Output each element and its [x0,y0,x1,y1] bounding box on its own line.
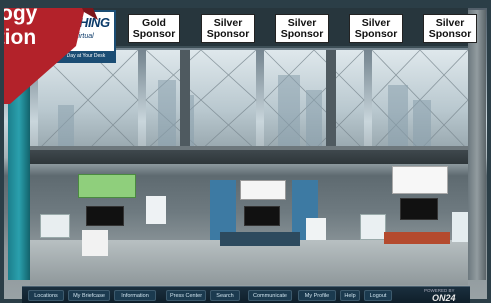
nav-press-center[interactable]: Press Center [166,290,206,301]
bottom-nav: Locations My Briefcase Information Press… [22,286,470,303]
nav-communicate[interactable]: Communicate [248,290,292,301]
powered-brand: ON24 [432,293,456,303]
nav-my-briefcase[interactable]: My Briefcase [68,290,110,301]
nav-my-profile[interactable]: My Profile [298,290,336,301]
nav-locations[interactable]: Locations [28,290,64,301]
frame [0,0,491,303]
powered-by: POWERED BY ON24 [424,288,468,303]
nav-help[interactable]: Help [340,290,360,301]
nav-search[interactable]: Search [210,290,240,301]
nav-information[interactable]: Information [114,290,156,301]
nav-logout[interactable]: Logout [364,290,392,301]
